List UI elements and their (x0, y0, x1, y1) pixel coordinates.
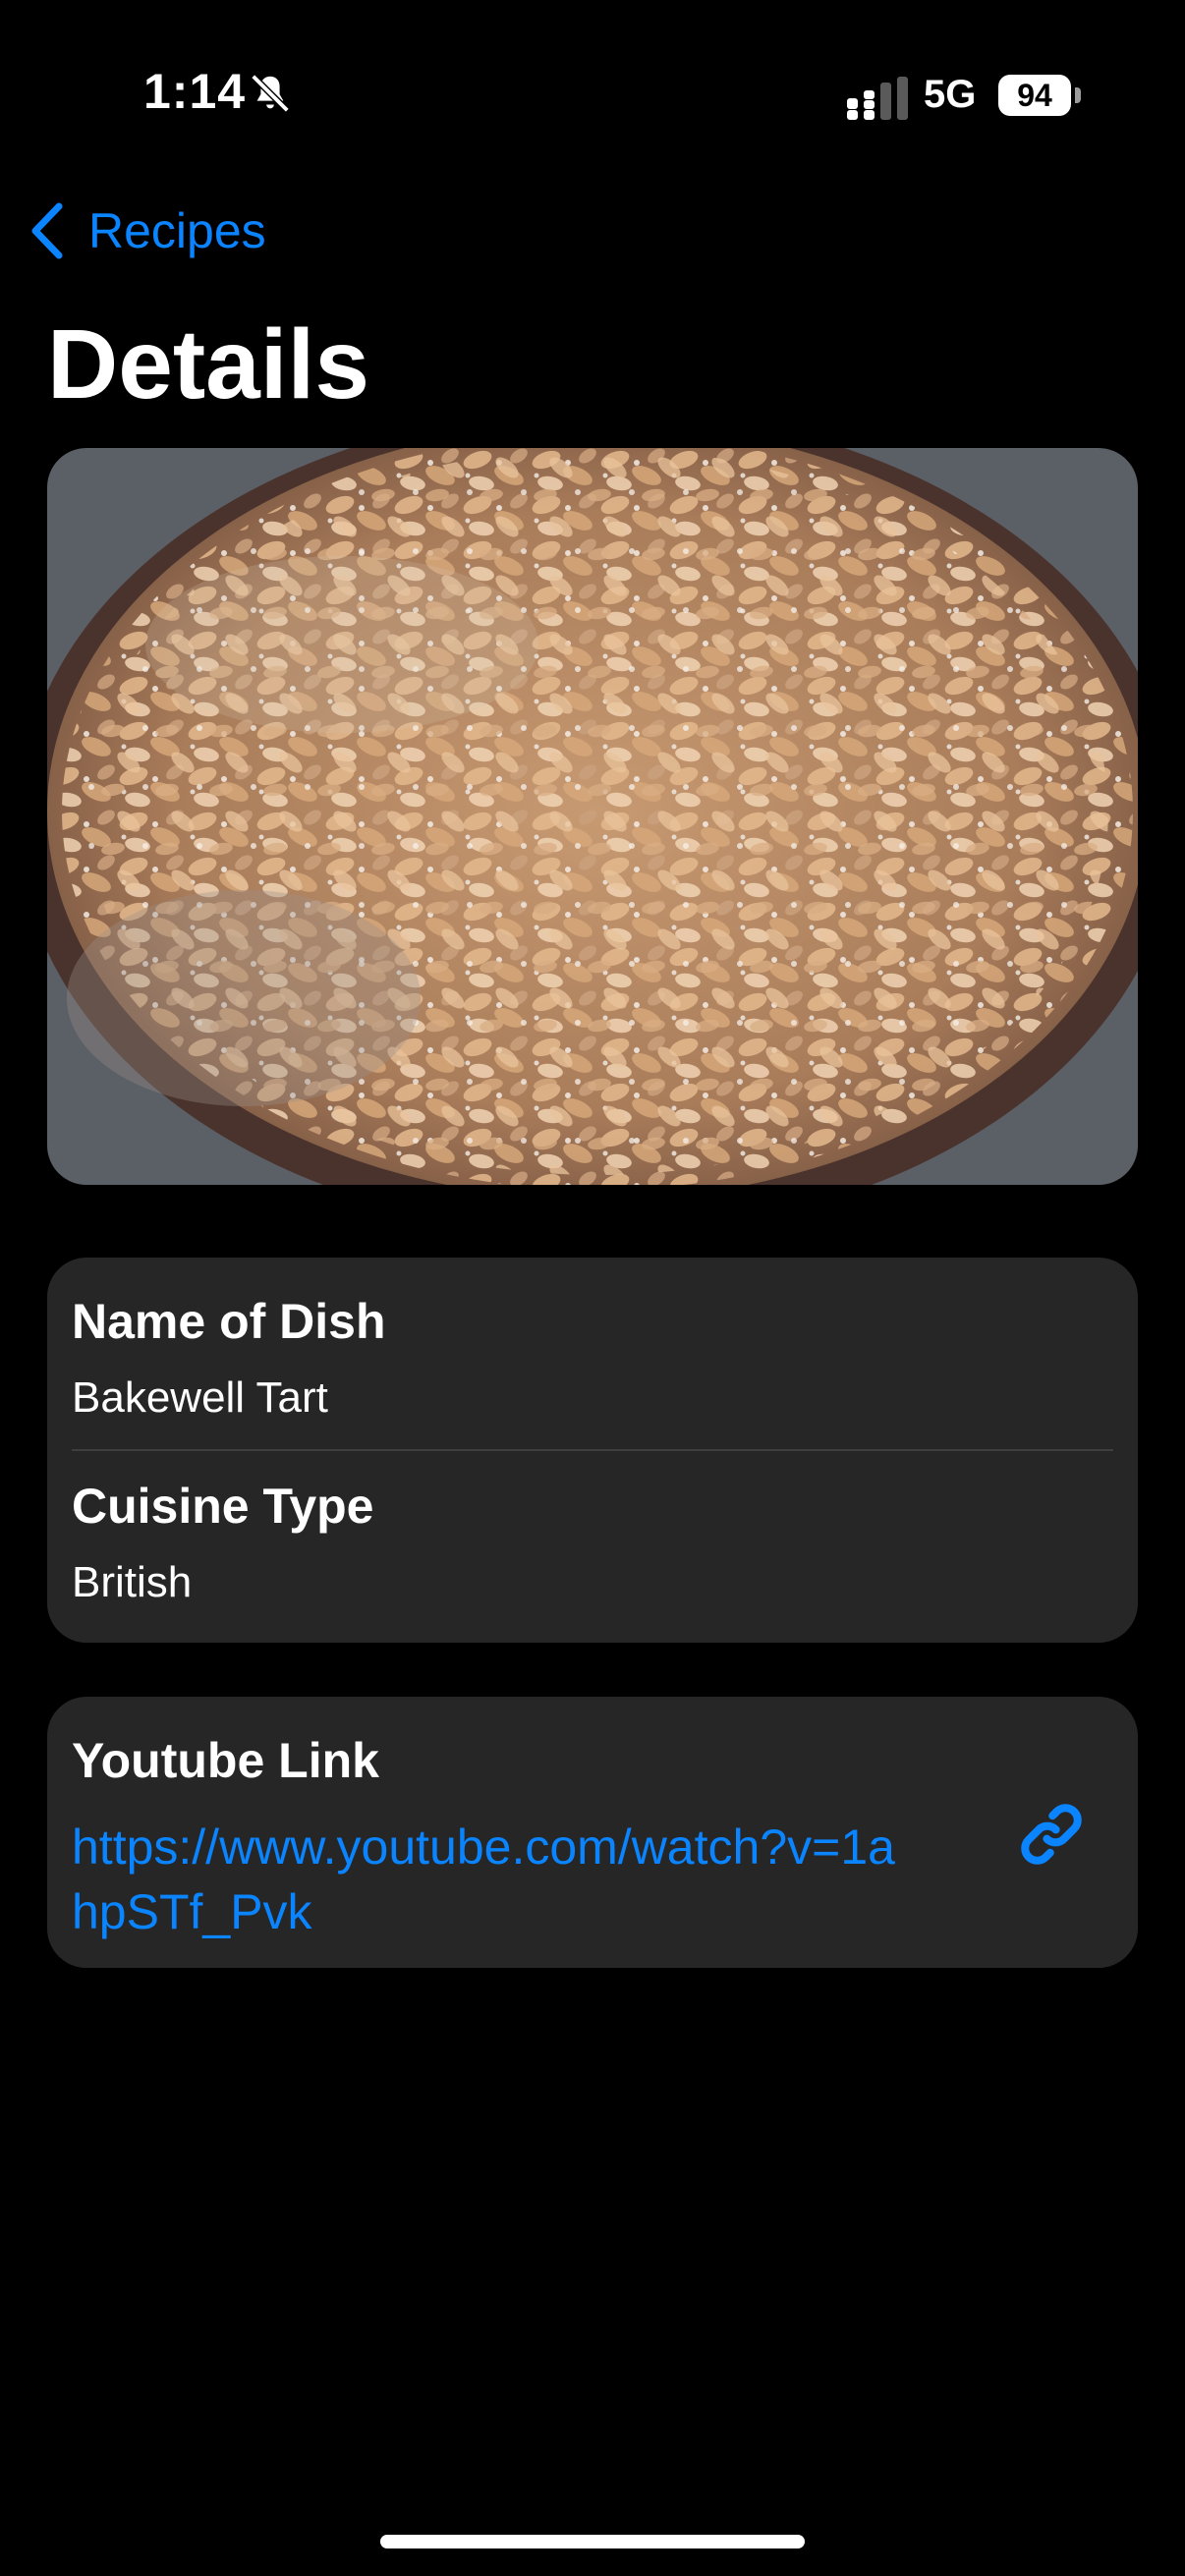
back-button[interactable]: Recipes (28, 196, 266, 265)
divider (72, 1449, 1113, 1451)
details-card: Name of Dish Bakewell Tart Cuisine Type … (47, 1258, 1138, 1643)
dish-name-label: Name of Dish (72, 1294, 386, 1349)
youtube-link[interactable]: https://www.youtube.com/watch?v=1ahpSTf_… (72, 1815, 917, 1944)
network-type: 5G (924, 73, 977, 116)
status-time: 1:14 (143, 64, 247, 119)
back-button-label: Recipes (88, 203, 266, 258)
cuisine-type-value: British (72, 1558, 193, 1606)
youtube-link-label: Youtube Link (72, 1733, 379, 1788)
youtube-card: Youtube Link https://www.youtube.com/wat… (47, 1697, 1138, 1968)
link-icon[interactable] (1015, 1798, 1088, 1871)
status-bar: 1:14 5G 94 (0, 0, 1185, 196)
signal-bars-icon (847, 77, 908, 120)
battery-icon: 94 (998, 75, 1081, 116)
home-indicator[interactable] (380, 2535, 805, 2548)
cuisine-type-label: Cuisine Type (72, 1479, 374, 1534)
dish-name-value: Bakewell Tart (72, 1373, 328, 1422)
silent-bell-icon (251, 74, 290, 113)
recipe-photo (47, 448, 1138, 1185)
page-title: Details (47, 309, 369, 420)
chevron-left-icon (31, 202, 63, 259)
battery-level: 94 (1017, 78, 1052, 113)
